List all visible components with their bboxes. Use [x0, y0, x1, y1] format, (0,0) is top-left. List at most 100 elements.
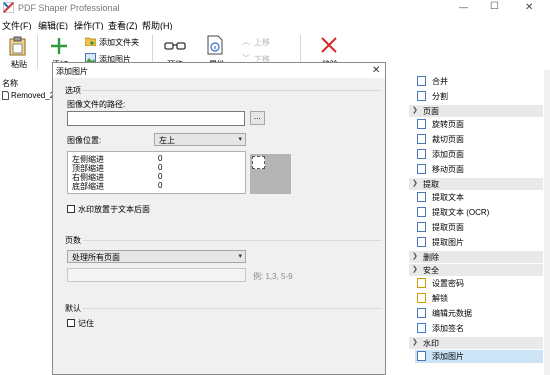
panel-item-label: 合并	[432, 77, 448, 86]
panel-item[interactable]: 分割	[415, 90, 543, 103]
margin-value: 0	[158, 154, 163, 163]
panel-section-label: 提取	[423, 180, 439, 189]
margin-value: 0	[158, 163, 163, 172]
panel-item[interactable]: 添加页面	[415, 148, 543, 161]
panel-scrollbar[interactable]	[544, 70, 550, 375]
margin-row[interactable]: 左侧缩进 0	[72, 154, 242, 164]
panel-item[interactable]: 编辑元数据	[415, 307, 543, 320]
group-divider	[83, 308, 381, 309]
clipboard-icon	[9, 36, 26, 56]
image-path-input[interactable]	[67, 111, 245, 126]
add-folder-icon	[85, 37, 96, 46]
title-bar: PDF Shaper Professional — ☐ ✕	[0, 0, 550, 16]
panel-item-label: 移动页面	[432, 165, 464, 174]
margins-table[interactable]: 左侧缩进 0 顶部缩进 0 右侧缩进 0 底部缩进 0	[67, 151, 246, 194]
minimize-button[interactable]: —	[459, 2, 468, 12]
merge-icon	[417, 76, 426, 86]
panel-item[interactable]: 添加图片	[415, 350, 543, 363]
margin-row[interactable]: 顶部缩进 0	[72, 163, 242, 173]
browse-button[interactable]: ...	[250, 111, 265, 125]
panel-section-label: 水印	[423, 339, 439, 348]
remember-checkbox[interactable]	[67, 319, 75, 327]
panel-section-header[interactable]: ❯ 页面	[409, 105, 543, 117]
preview-button[interactable]: 预览	[160, 32, 190, 69]
remember-label: 记住	[78, 319, 94, 328]
panel-item[interactable]: 提取文本	[415, 191, 543, 204]
file-list-item[interactable]: Removed_2	[0, 90, 55, 102]
behind-text-checkbox[interactable]	[67, 205, 75, 213]
extract-page-icon	[417, 222, 426, 232]
group-divider	[83, 90, 381, 91]
file-name: Removed_2	[11, 91, 55, 100]
restore-button[interactable]: ☐	[490, 1, 499, 12]
window-title: PDF Shaper Professional	[18, 3, 120, 13]
options-group-label: 选项	[65, 86, 81, 95]
margin-value: 0	[158, 181, 163, 190]
panel-item[interactable]: 移动页面	[415, 163, 543, 176]
panel-section-header[interactable]: ❯ 安全	[409, 264, 543, 276]
panel-item-label: 添加签名	[432, 324, 464, 333]
panel-item[interactable]: 提取页面	[415, 221, 543, 234]
split-icon	[417, 91, 426, 101]
dialog-close-button[interactable]: ✕	[372, 65, 380, 76]
position-preview	[250, 154, 291, 194]
extract-text-icon	[417, 192, 426, 202]
paste-button[interactable]: 粘贴	[4, 32, 32, 69]
remove-button[interactable]: 移除	[314, 32, 344, 69]
add-button[interactable]: 添加	[46, 32, 74, 69]
plus-icon	[51, 38, 67, 54]
extract-ocr-icon	[417, 207, 426, 217]
panel-item-label: 提取页面	[432, 223, 464, 232]
margin-row[interactable]: 底部缩进 0	[72, 181, 242, 191]
file-list: 名称 Removed_2	[0, 76, 55, 375]
file-list-header-name[interactable]: 名称	[2, 78, 18, 89]
panel-item[interactable]: 提取图片	[415, 236, 543, 249]
panel-section-header[interactable]: ❯ 删除	[409, 251, 543, 263]
add-page-icon	[417, 149, 426, 159]
panel-item[interactable]: 解锁	[415, 292, 543, 305]
margin-value: 0	[158, 172, 163, 181]
panel-item-label: 裁切页面	[432, 135, 464, 144]
margin-label: 底部缩进	[72, 182, 104, 191]
panel-item-label: 设置密码	[432, 279, 464, 288]
pages-select[interactable]: 处理所有页面 ▾	[67, 250, 246, 263]
page-range-input[interactable]	[67, 268, 246, 282]
panel-item[interactable]: 旋转页面	[415, 118, 543, 131]
panel-item[interactable]: 裁切页面	[415, 133, 543, 146]
chevron-up-icon: ︿	[242, 37, 250, 46]
panel-section-header[interactable]: ❯ 水印	[409, 337, 543, 349]
panel-item-label: 解锁	[432, 294, 448, 303]
panel-item[interactable]: 设置密码	[415, 277, 543, 290]
toolbar-separator	[37, 35, 38, 69]
pdf-file-icon	[2, 91, 9, 100]
menu-bar: 文件(F) 编辑(E) 操作(T) 查看(Z) 帮助(H)	[0, 16, 550, 31]
decrypt-icon	[417, 293, 426, 303]
add-folder-button[interactable]: 添加文件夹	[84, 36, 144, 48]
add-image-icon	[417, 351, 426, 361]
panel-item-label: 分割	[432, 92, 448, 101]
document-info-icon	[207, 35, 223, 55]
dialog-title-bar: 添加图片 ✕	[53, 63, 385, 78]
image-path-label: 图像文件的路径:	[67, 100, 126, 109]
window-close-button[interactable]: ✕	[525, 2, 533, 13]
panel-section-label: 安全	[423, 266, 439, 275]
pages-group-label: 页数	[65, 236, 81, 245]
margin-row[interactable]: 右侧缩进 0	[72, 172, 242, 182]
panel-item-label: 添加页面	[432, 150, 464, 159]
panel-item[interactable]: 合并	[415, 75, 543, 88]
paste-label: 粘贴	[11, 60, 27, 69]
position-label: 图像位置:	[67, 136, 102, 145]
panel-item[interactable]: 添加签名	[415, 322, 543, 335]
add-folder-label: 添加文件夹	[99, 38, 139, 47]
position-select[interactable]: 左上 ▾	[154, 133, 246, 146]
image-placeholder	[252, 156, 265, 169]
panel-section-label: 删除	[423, 253, 439, 262]
move-up-button[interactable]: ︿ 上移	[240, 36, 280, 48]
info-button[interactable]: 属性	[200, 32, 230, 69]
chevron-icon: ❯	[412, 253, 418, 260]
panel-item[interactable]: 提取文本 (OCR)	[415, 206, 543, 219]
browse-label: ...	[254, 112, 261, 121]
panel-section-header[interactable]: ❯ 提取	[409, 178, 543, 190]
remove-x-icon	[321, 37, 337, 53]
move-page-icon	[417, 164, 426, 174]
